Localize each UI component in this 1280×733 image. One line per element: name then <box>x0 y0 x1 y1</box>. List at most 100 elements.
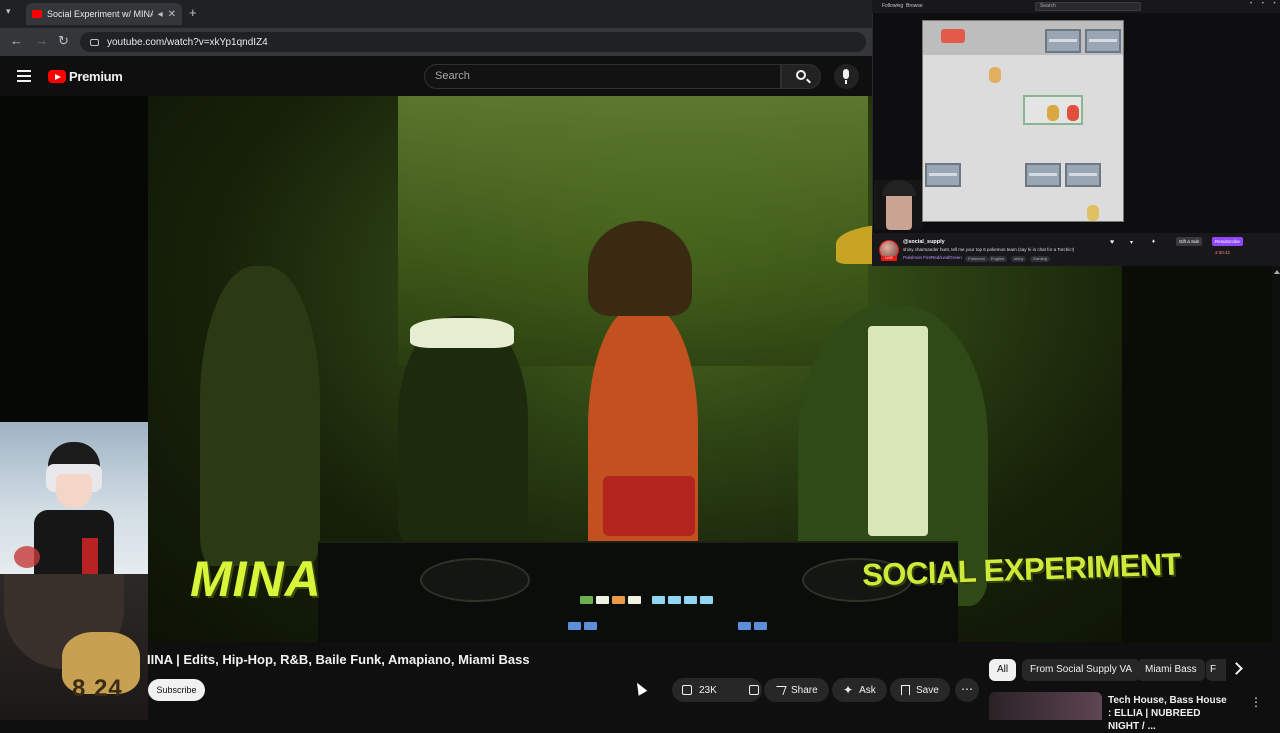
bookmark-icon <box>901 684 910 696</box>
game-shelf <box>1045 29 1081 53</box>
tab-search-chevron-icon[interactable]: ▾ <box>6 6 11 17</box>
stream-tag[interactable]: shiny <box>1011 256 1027 262</box>
pillow-number: 8 24 <box>72 675 123 702</box>
chevron-right-icon[interactable] <box>1230 662 1243 675</box>
stream-game-link[interactable]: Pokémon FireRed/LeafGreen <box>903 255 962 260</box>
resubscribe-button[interactable]: Resubscribe <box>1212 237 1244 246</box>
share-button[interactable]: Share <box>764 678 829 702</box>
youtube-premium-wordmark[interactable]: Premium <box>69 69 123 84</box>
crowd-person-hair <box>588 221 692 316</box>
back-arrow-icon[interactable]: ← <box>10 33 23 48</box>
tab-close-icon[interactable]: ✕ <box>168 9 176 20</box>
mixer-pad <box>668 596 681 604</box>
mouse-cursor-icon <box>632 680 648 696</box>
stream-nav-browse[interactable]: Browse <box>906 3 923 9</box>
share-label: Share <box>791 684 818 696</box>
stream-tag[interactable]: Pokemon <box>965 256 988 262</box>
game-npc <box>989 67 1001 83</box>
chip-all[interactable]: All <box>989 659 1017 681</box>
crowd-person <box>398 316 528 546</box>
video-letterbox-right <box>1122 265 1280 642</box>
stream-tag[interactable]: Gaming <box>1030 256 1051 262</box>
save-button[interactable]: Save <box>890 678 950 702</box>
streamer-webcam <box>874 180 922 230</box>
avatar-sleeve <box>82 538 98 574</box>
search-button[interactable] <box>781 64 821 89</box>
avatar-hand <box>14 546 40 568</box>
mixer-pad <box>738 622 751 630</box>
streamer-hair <box>882 180 916 196</box>
chip-from-social-supply[interactable]: From Social Supply VA <box>1022 659 1141 681</box>
stream-share-icon[interactable]: ♦ <box>1152 239 1155 245</box>
chip-miami-bass[interactable]: Miami Bass <box>1137 659 1205 681</box>
avatar-face <box>56 474 92 508</box>
ask-label: Ask <box>859 684 876 696</box>
subscribe-button[interactable]: Subscribe <box>148 679 205 701</box>
more-actions-button[interactable]: ⋯ <box>955 678 979 702</box>
stream-tag[interactable]: English <box>988 256 1008 262</box>
mixer-pad <box>700 596 713 604</box>
thumbs-down-icon <box>748 685 759 695</box>
like-count: 23K <box>699 684 717 696</box>
search-icon <box>796 70 806 80</box>
page-scrollbar[interactable] <box>1272 266 1280 720</box>
like-button[interactable]: 23K <box>672 678 727 702</box>
browser-tab[interactable]: Social Experiment w/ MINA ◂ ✕ <box>26 3 182 25</box>
search-input[interactable]: Search <box>424 64 781 89</box>
site-info-icon[interactable] <box>90 38 99 46</box>
recommended-more-icon[interactable]: ⋮ <box>1250 695 1262 709</box>
gift-sub-button[interactable]: Gift a Sub <box>1176 237 1203 246</box>
crowd-person <box>200 266 320 566</box>
vtuber-avatar-overlay <box>0 422 148 574</box>
save-label: Save <box>916 684 939 696</box>
mixer-pad <box>580 596 593 604</box>
follow-heart-icon[interactable]: ♥ <box>1110 239 1114 246</box>
ask-button[interactable]: ✦ Ask <box>832 678 887 702</box>
new-tab-button[interactable]: + <box>189 5 197 20</box>
sparkle-icon: ✦ <box>843 683 854 697</box>
youtube-favicon-icon <box>32 10 42 18</box>
channel-name[interactable]: @social_supply <box>903 239 945 245</box>
game-shelf <box>1025 163 1061 187</box>
game-npc <box>1087 205 1099 221</box>
game-shelf <box>1065 163 1101 187</box>
game-player <box>1047 105 1059 121</box>
recommended-video-thumbnail[interactable] <box>989 692 1102 720</box>
voice-search-mic-icon[interactable] <box>834 64 859 89</box>
chip-partial[interactable]: F <box>1206 659 1226 681</box>
game-shelf <box>1085 29 1121 53</box>
mixer-pad <box>584 622 597 630</box>
url-text: youtube.com/watch?v=xkYp1qndIZ4 <box>107 36 268 48</box>
stream-topbar-icons[interactable]: • • • <box>1250 1 1280 7</box>
thumbs-up-icon <box>682 685 692 695</box>
game-npc <box>1067 105 1079 121</box>
avatar-body <box>34 510 114 574</box>
white-shirt <box>868 326 928 536</box>
stream-search-input[interactable]: Search <box>1035 2 1141 11</box>
share-arrow-icon <box>773 685 787 695</box>
game-sofa <box>941 29 965 43</box>
mixer-pad <box>596 596 609 604</box>
recommended-video-title[interactable]: Tech House, Bass House : ELLIA | NUBREED… <box>1108 694 1228 733</box>
like-dislike-group: 23K <box>672 678 762 702</box>
mixer-pad <box>612 596 625 604</box>
stream-nav-following[interactable]: Following <box>882 3 903 9</box>
mixer-pad <box>652 596 665 604</box>
scroll-up-arrow-icon[interactable] <box>1274 270 1280 274</box>
mixer-pad <box>754 622 767 630</box>
red-skirt <box>603 476 695 536</box>
tab-title: Social Experiment w/ MINA <box>47 9 153 19</box>
menu-hamburger-icon[interactable] <box>17 70 31 82</box>
tab-mute-icon[interactable]: ◂ <box>158 9 163 20</box>
stream-title: shiny charmander hunt, tell me your top … <box>903 247 1075 252</box>
reload-icon[interactable]: ↻ <box>58 33 69 49</box>
url-field[interactable]: youtube.com/watch?v=xkYp1qndIZ4 <box>80 32 866 52</box>
cowboy-hat <box>410 318 514 348</box>
forward-arrow-icon[interactable]: → <box>35 33 48 48</box>
mixer-pad <box>628 596 641 604</box>
game-screen <box>922 20 1124 222</box>
video-title: IINA | Edits, Hip-Hop, R&B, Baile Funk, … <box>147 652 530 667</box>
youtube-logo-icon[interactable] <box>48 70 66 83</box>
mixer-pad <box>684 596 697 604</box>
notification-bell-icon[interactable]: ▾ <box>1130 239 1133 246</box>
